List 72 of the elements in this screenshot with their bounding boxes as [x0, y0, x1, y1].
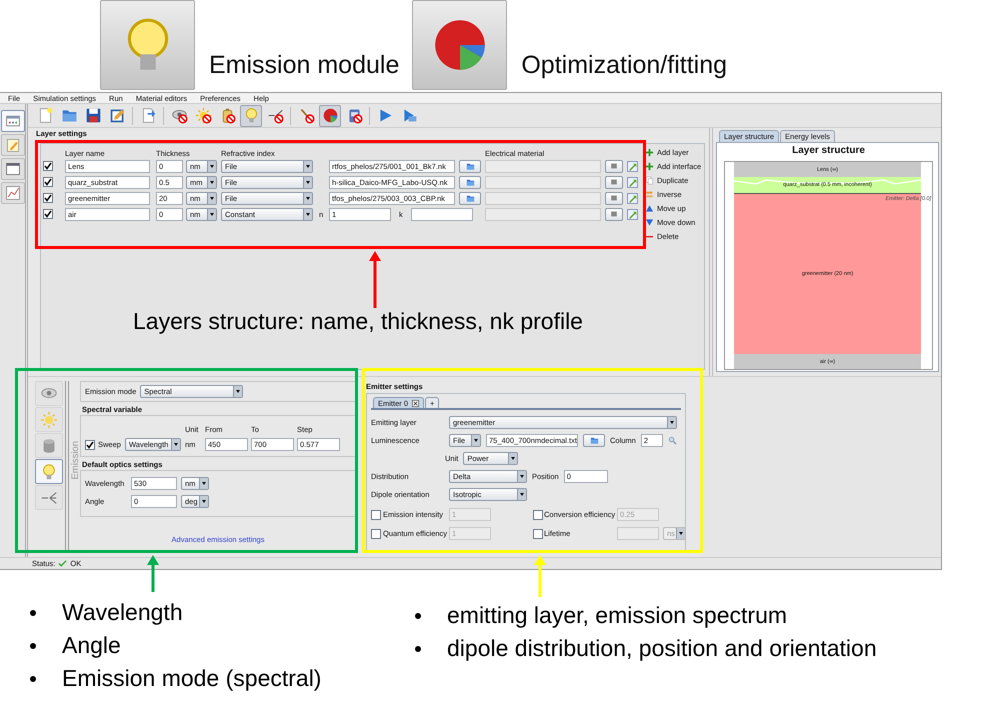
checkbox[interactable] — [85, 440, 95, 450]
edit-arrow-icon[interactable] — [627, 192, 638, 204]
sun-icon — [40, 410, 58, 428]
table-icon — [5, 113, 21, 129]
folder-icon — [466, 162, 474, 170]
electrical-material-field[interactable] — [485, 160, 601, 172]
bullet-text: emitting layer, emission spectrum — [447, 602, 788, 629]
plus-icon — [645, 148, 654, 157]
edit-arrow-icon[interactable] — [627, 160, 638, 172]
input-field[interactable] — [617, 527, 659, 540]
square-icon — [610, 162, 618, 170]
bullet-text: Emission mode (spectral) — [62, 665, 322, 692]
material-button[interactable] — [605, 176, 623, 188]
checkbox[interactable] — [371, 510, 381, 520]
bullet-text: dipole distribution, position and orientation — [447, 635, 877, 662]
edit-arrow-icon[interactable] — [627, 176, 638, 188]
browse-button[interactable] — [583, 434, 605, 446]
line-chart-icon — [5, 185, 21, 201]
slide-label: Emission module — [209, 50, 400, 80]
side-tab[interactable] — [1, 182, 25, 204]
bullet-text: Angle — [62, 632, 121, 659]
checkbox[interactable] — [43, 161, 53, 171]
swap-icon — [645, 190, 654, 199]
bullet-text: Wavelength — [62, 599, 183, 626]
folder-icon — [590, 436, 598, 444]
folder-icon — [466, 178, 474, 186]
bullet-icon — [30, 676, 36, 682]
edit-arrow-icon[interactable] — [627, 208, 638, 220]
bullet-icon — [415, 612, 421, 618]
checkbox[interactable] — [371, 528, 381, 538]
browse-button[interactable] — [459, 160, 481, 172]
arrow — [147, 555, 159, 592]
light-bulb-icon — [40, 462, 58, 480]
browse-button[interactable] — [459, 192, 481, 204]
folder-icon — [466, 194, 474, 202]
square-icon — [610, 210, 618, 218]
side-tab[interactable] — [35, 459, 63, 484]
vertical-label: Emission — [70, 441, 80, 480]
electrical-material-field[interactable] — [485, 208, 601, 220]
material-button[interactable] — [605, 192, 623, 204]
k-field[interactable] — [410, 208, 473, 220]
notepad-icon — [5, 137, 21, 153]
bullet-icon — [415, 646, 421, 652]
arrow — [534, 555, 546, 597]
electrical-material-field[interactable] — [485, 192, 601, 204]
bullet-icon — [30, 610, 36, 616]
checkbox[interactable] — [43, 209, 53, 219]
material-button[interactable] — [605, 160, 623, 172]
triangle-up-icon — [645, 204, 654, 213]
square-icon — [610, 178, 618, 186]
close-icon[interactable] — [412, 400, 420, 406]
side-tab[interactable] — [1, 158, 25, 180]
square-icon — [610, 194, 618, 202]
search-icon[interactable] — [668, 436, 677, 444]
checkbox[interactable] — [43, 193, 53, 203]
plus-icon — [645, 162, 654, 171]
copy-icon — [645, 176, 654, 185]
checkbox[interactable] — [43, 177, 53, 187]
bullet-icon — [30, 642, 36, 648]
slide-label: Optimization/fitting — [521, 50, 727, 80]
checkbox[interactable] — [533, 528, 543, 538]
window-icon — [5, 161, 21, 177]
electrical-material-field[interactable] — [485, 176, 601, 188]
checkbox[interactable] — [533, 510, 543, 520]
side-tab[interactable] — [1, 134, 25, 156]
material-button[interactable] — [605, 208, 623, 220]
caption: Layers structure: name, thickness, nk profile — [133, 308, 583, 335]
side-tab[interactable] — [1, 110, 25, 132]
browse-button[interactable] — [459, 176, 481, 188]
triangle-down-icon — [645, 218, 654, 227]
arrow — [369, 251, 381, 308]
panel-title: Layer structure — [792, 145, 865, 158]
